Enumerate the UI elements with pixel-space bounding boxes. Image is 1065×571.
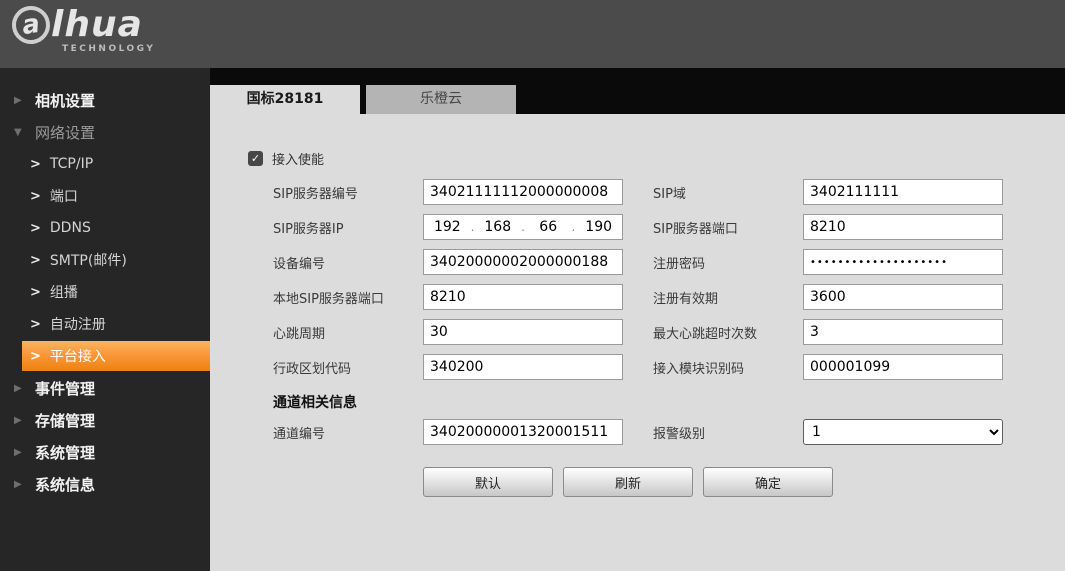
dahua-logo: a lhua: [12, 6, 1065, 44]
sidebar-item-label: 系统信息: [35, 474, 95, 495]
sidebar-item-label: 自动注册: [50, 314, 106, 334]
chevron-right-icon: >: [30, 253, 41, 268]
alarm-level-label: 报警级别: [653, 423, 803, 442]
sip-server-id-input[interactable]: [423, 179, 623, 205]
chevron-right-icon: >: [30, 157, 41, 172]
ip-octet-4[interactable]: 190: [575, 219, 622, 235]
default-button[interactable]: 默认: [423, 467, 553, 497]
sidebar-item-label: 事件管理: [35, 378, 95, 399]
sidebar-nav: ▶ 相机设置 ▼ 网络设置 > TCP/IP > 端口 > DDNS > SMT…: [0, 68, 210, 571]
sidebar-item-network-settings[interactable]: ▼ 网络设置: [0, 116, 210, 148]
local-sip-port-label: 本地SIP服务器端口: [273, 288, 423, 307]
sidebar-item-system-info[interactable]: ▶ 系统信息: [0, 468, 210, 500]
sidebar-item-event-management[interactable]: ▶ 事件管理: [0, 372, 210, 404]
triangle-right-icon: ▶: [14, 447, 24, 458]
triangle-right-icon: ▶: [14, 383, 24, 394]
sidebar-item-smtp[interactable]: > SMTP(邮件): [0, 244, 210, 276]
tab-lechengyun[interactable]: 乐橙云: [366, 85, 516, 114]
sidebar-item-label: SMTP(邮件): [50, 250, 127, 270]
sidebar-item-label: 网络设置: [35, 122, 95, 143]
region-code-input[interactable]: [423, 354, 623, 380]
alarm-level-select[interactable]: 1: [803, 419, 1003, 445]
channel-id-label: 通道编号: [273, 423, 423, 442]
sidebar-item-label: 系统管理: [35, 442, 95, 463]
sidebar-item-label: 端口: [50, 186, 78, 206]
max-heartbeat-timeout-input[interactable]: [803, 319, 1003, 345]
sidebar-item-label: 相机设置: [35, 90, 95, 111]
chevron-right-icon: >: [30, 189, 41, 204]
chevron-right-icon: >: [30, 317, 41, 332]
channel-id-input[interactable]: [423, 419, 623, 445]
confirm-button[interactable]: 确定: [703, 467, 833, 497]
logo-subtitle: TECHNOLOGY: [62, 44, 1065, 54]
header: a lhua TECHNOLOGY: [0, 0, 1065, 68]
max-heartbeat-timeout-label: 最大心跳超时次数: [653, 323, 803, 342]
triangle-down-icon: ▼: [14, 127, 24, 138]
access-enable-label: 接入使能: [272, 149, 324, 168]
sip-server-port-label: SIP服务器端口: [653, 218, 803, 237]
sip-server-port-input[interactable]: [803, 214, 1003, 240]
device-id-input[interactable]: [423, 249, 623, 275]
register-password-label: 注册密码: [653, 253, 803, 272]
refresh-button[interactable]: 刷新: [563, 467, 693, 497]
sidebar-item-label: 组播: [50, 282, 78, 302]
chevron-right-icon: >: [30, 221, 41, 236]
ip-octet-1[interactable]: 192: [424, 219, 471, 235]
access-enable-checkbox[interactable]: ✓: [248, 151, 263, 166]
ip-octet-2[interactable]: 168: [474, 219, 521, 235]
sip-domain-label: SIP域: [653, 183, 803, 202]
sidebar-item-label: TCP/IP: [50, 156, 93, 172]
chevron-right-icon: >: [30, 349, 41, 364]
chevron-right-icon: >: [30, 285, 41, 300]
sidebar-item-ddns[interactable]: > DDNS: [0, 212, 210, 244]
sidebar-item-multicast[interactable]: > 组播: [0, 276, 210, 308]
sip-server-ip-label: SIP服务器IP: [273, 218, 423, 237]
sidebar-item-label: 存储管理: [35, 410, 95, 431]
sidebar-item-system-management[interactable]: ▶ 系统管理: [0, 436, 210, 468]
sidebar-item-camera-settings[interactable]: ▶ 相机设置: [0, 84, 210, 116]
triangle-right-icon: ▶: [14, 479, 24, 490]
register-password-input[interactable]: [803, 249, 1003, 275]
sidebar-item-label: DDNS: [50, 220, 91, 236]
channel-info-section-title: 通道相关信息: [273, 392, 1065, 410]
sidebar-item-label: 平台接入: [50, 346, 106, 366]
sidebar-item-port[interactable]: > 端口: [0, 180, 210, 212]
triangle-right-icon: ▶: [14, 415, 24, 426]
ip-octet-3[interactable]: 66: [525, 219, 572, 235]
region-code-label: 行政区划代码: [273, 358, 423, 377]
heartbeat-period-label: 心跳周期: [273, 323, 423, 342]
register-valid-label: 注册有效期: [653, 288, 803, 307]
dahua-web-ui: a lhua TECHNOLOGY ▶ 相机设置 ▼ 网络设置 > TCP/IP…: [0, 0, 1065, 571]
sidebar-item-tcpip[interactable]: > TCP/IP: [0, 148, 210, 180]
device-id-label: 设备编号: [273, 253, 423, 272]
sidebar-item-platform-access[interactable]: > 平台接入: [22, 341, 210, 371]
sip-domain-input[interactable]: [803, 179, 1003, 205]
sip-server-ip-input[interactable]: 192 . 168 . 66 . 190: [423, 214, 623, 240]
logo-text: lhua: [51, 7, 143, 43]
heartbeat-period-input[interactable]: [423, 319, 623, 345]
logo-circle-a-icon: a: [10, 4, 53, 47]
sip-server-id-label: SIP服务器编号: [273, 183, 423, 202]
register-valid-input[interactable]: [803, 284, 1003, 310]
sidebar-item-auto-register[interactable]: > 自动注册: [0, 308, 210, 340]
tab-gb28181[interactable]: 国标28181: [210, 85, 360, 114]
access-module-id-label: 接入模块识别码: [653, 358, 803, 377]
platform-access-form: ✓ 接入使能 SIP服务器编号 SIP域 SIP服务器IP 192 .: [210, 114, 1065, 571]
local-sip-port-input[interactable]: [423, 284, 623, 310]
access-module-id-input[interactable]: [803, 354, 1003, 380]
triangle-right-icon: ▶: [14, 95, 24, 106]
tab-bar: 国标28181 乐橙云: [210, 68, 1065, 114]
sidebar-item-storage-management[interactable]: ▶ 存储管理: [0, 404, 210, 436]
